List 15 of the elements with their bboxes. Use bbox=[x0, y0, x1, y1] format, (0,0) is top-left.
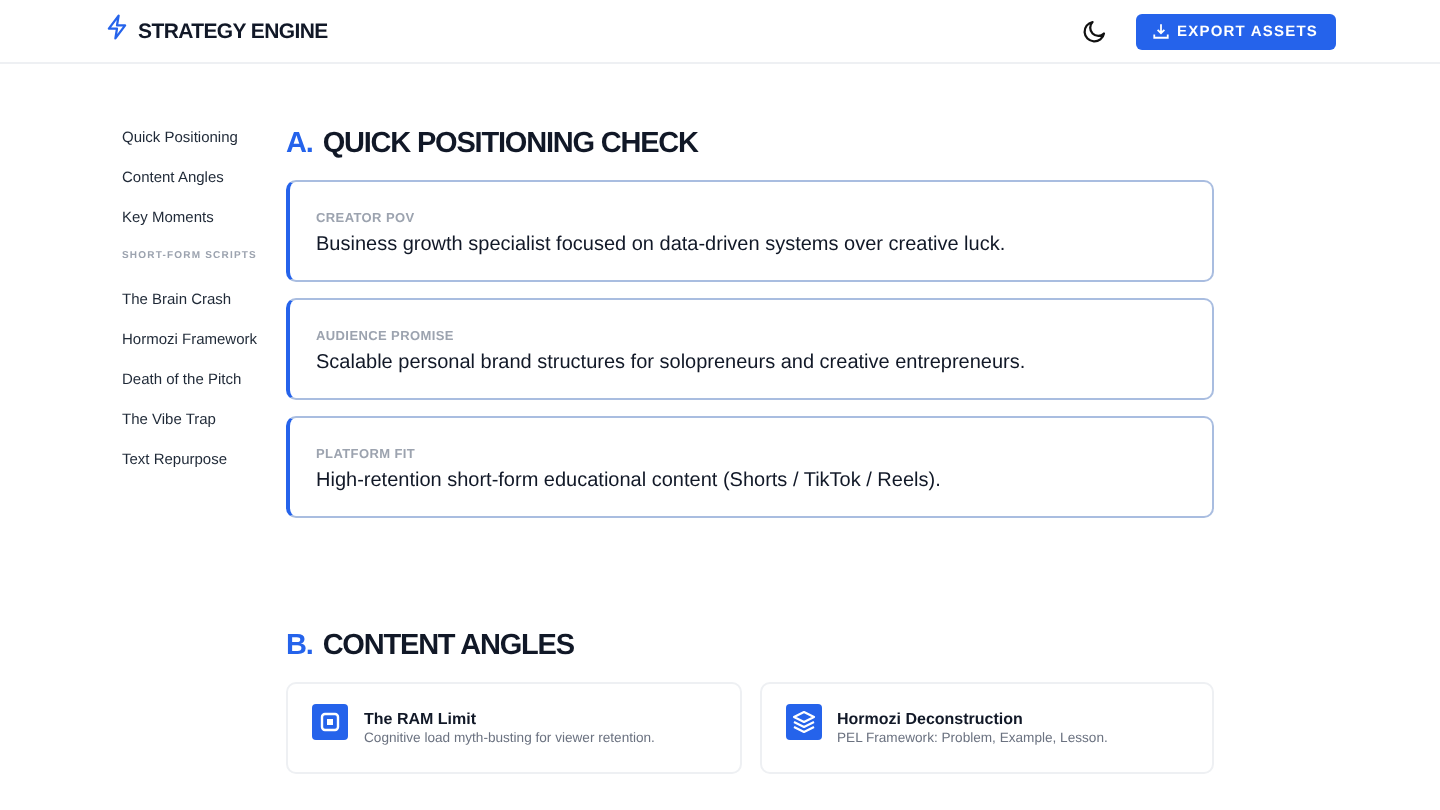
section-title: QUICK POSITIONING CHECK bbox=[322, 128, 698, 160]
layers-icon bbox=[785, 704, 821, 740]
chip-icon bbox=[312, 704, 348, 740]
brand-name: STRATEGY ENGINE bbox=[138, 19, 328, 43]
section-letter: B. bbox=[286, 630, 313, 662]
card-text: Scalable personal brand structures for solopreneurs and creative entrepreneurs. bbox=[316, 352, 1026, 374]
angle-title: Hormozi Deconstruction bbox=[837, 710, 1023, 728]
download-icon bbox=[1151, 22, 1170, 40]
section-title: CONTENT ANGLES bbox=[322, 630, 574, 662]
angle-title: The RAM Limit bbox=[364, 710, 476, 728]
card-text: High-retention short-form educational content (Shorts / TikTok / Reels). bbox=[316, 470, 941, 492]
card-text: Business growth specialist focused on data-driven systems over creative luck. bbox=[316, 234, 1006, 256]
lightning-icon bbox=[104, 14, 130, 40]
section-letter: A. bbox=[286, 128, 313, 160]
moon-icon[interactable] bbox=[1081, 18, 1108, 44]
